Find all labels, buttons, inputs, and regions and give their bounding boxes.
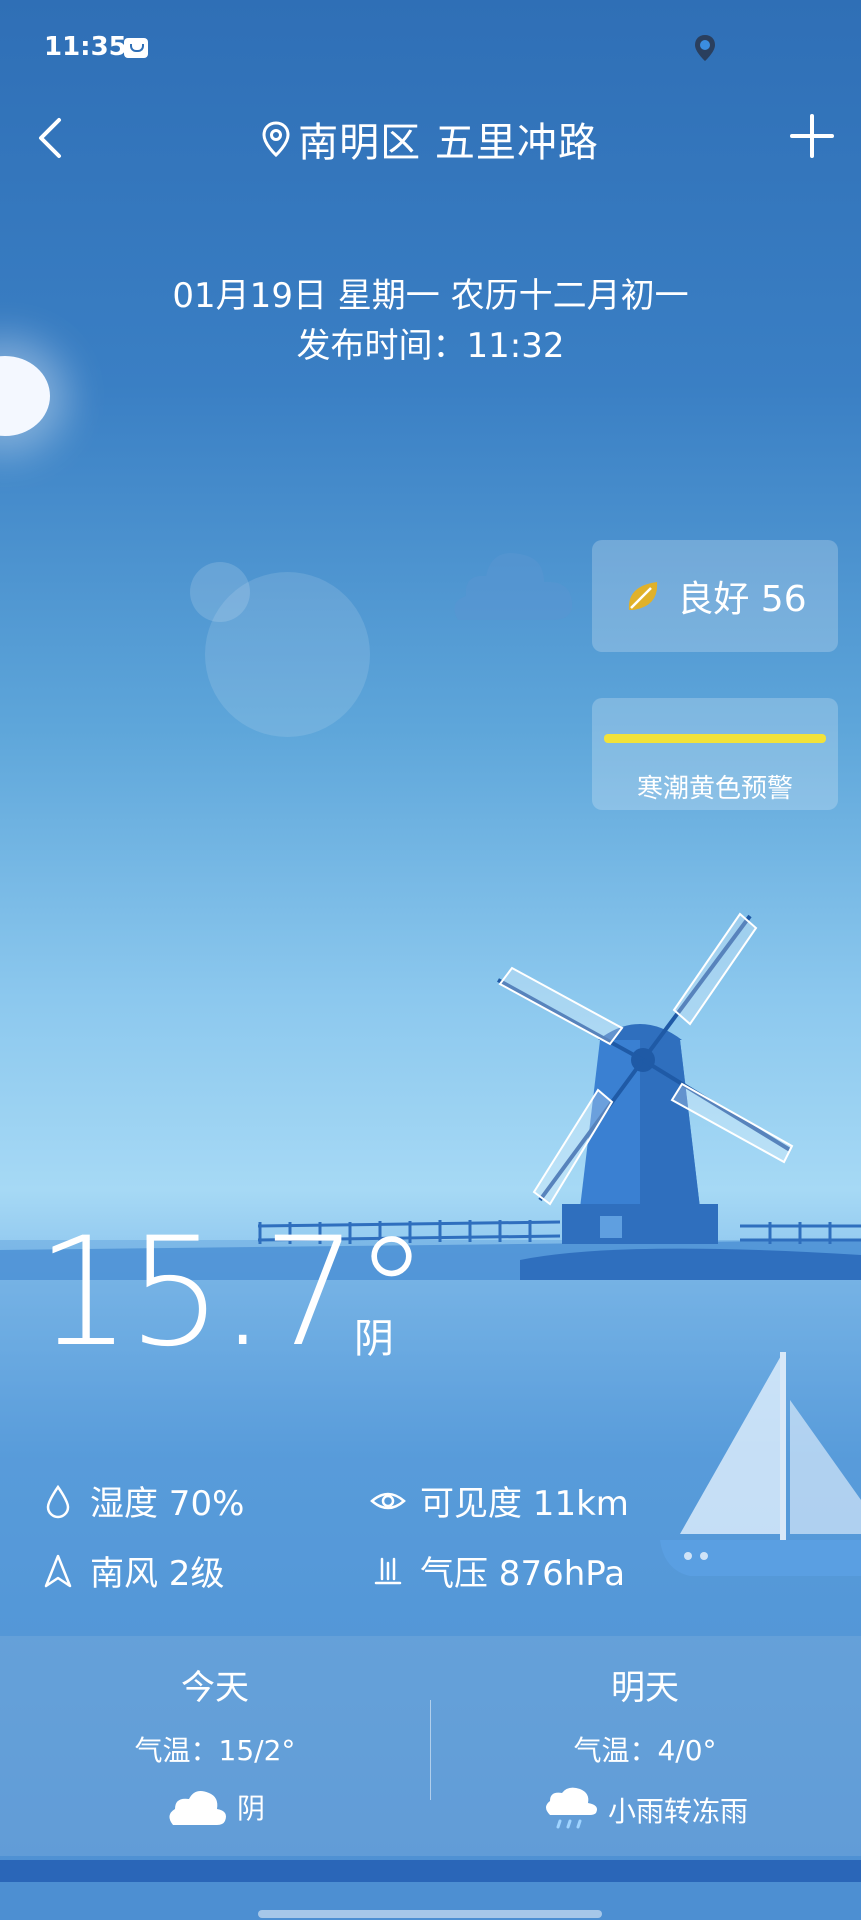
visibility-detail: 可见度 11km <box>370 1476 629 1525</box>
location-pin-icon <box>262 121 290 157</box>
location-title[interactable]: 南明区 五里冲路 <box>0 110 861 168</box>
pressure-detail: 气压 876hPa <box>370 1546 625 1595</box>
current-condition: 阴 <box>354 1316 394 1362</box>
droplet-icon <box>46 1484 70 1518</box>
aqi-label: 良好 56 <box>677 579 807 620</box>
cloud-icon <box>169 1791 226 1825</box>
cloud-decoration <box>448 540 578 630</box>
bottom-strip <box>0 1860 861 1882</box>
visibility-label: 可见度 11km <box>420 1484 629 1524</box>
humidity-detail: 湿度 70% <box>40 1476 244 1525</box>
status-time: 11:35 <box>44 32 127 62</box>
date-line: 01月19日 星期一 农历十二月初一 <box>172 276 689 316</box>
mail-icon <box>124 38 148 58</box>
rain-cloud-icon <box>545 1787 597 1829</box>
wind-label: 南风 2级 <box>90 1554 225 1594</box>
forecast-condition: 小雨转冻雨 <box>607 1795 748 1828</box>
weather-warning-card[interactable]: 寒潮黄色预警 <box>592 698 838 810</box>
forecast-today[interactable]: 今天 气温：15/2° 阴 <box>0 1636 430 1829</box>
aqi-card[interactable]: 良好 56 <box>592 540 838 652</box>
location-name: 南明区 五里冲路 <box>298 120 599 166</box>
forecast-temp: 气温：4/0° <box>573 1734 717 1767</box>
release-time: 发布时间：11:32 <box>296 326 565 366</box>
home-indicator[interactable] <box>258 1910 602 1918</box>
sun-decoration <box>0 356 50 436</box>
wind-detail: 南风 2级 <box>40 1546 224 1595</box>
bubble-decoration <box>190 562 250 622</box>
windmill <box>497 912 794 1244</box>
leaf-icon <box>629 582 658 610</box>
location-indicator-icon <box>694 34 716 62</box>
forecast-temp: 气温：15/2° <box>134 1734 296 1767</box>
forecast-panel: 今天 气温：15/2° 阴 明天 气温：4/0° 小雨转冻雨 <box>0 1636 861 1856</box>
eye-icon <box>370 1492 406 1509</box>
warning-label: 寒潮黄色预警 <box>636 774 793 804</box>
forecast-day: 今天 <box>181 1668 249 1708</box>
warning-level-bar <box>604 734 826 743</box>
plus-icon <box>790 114 834 158</box>
wind-direction-icon <box>44 1554 72 1587</box>
forecast-day: 明天 <box>611 1668 679 1708</box>
pressure-label: 气压 876hPa <box>420 1554 626 1594</box>
add-city-button[interactable] <box>786 110 838 162</box>
pressure-icon <box>374 1557 402 1584</box>
forecast-tomorrow[interactable]: 明天 气温：4/0° 小雨转冻雨 <box>430 1636 860 1835</box>
forecast-condition: 阴 <box>236 1792 265 1825</box>
humidity-label: 湿度 70% <box>90 1484 245 1524</box>
